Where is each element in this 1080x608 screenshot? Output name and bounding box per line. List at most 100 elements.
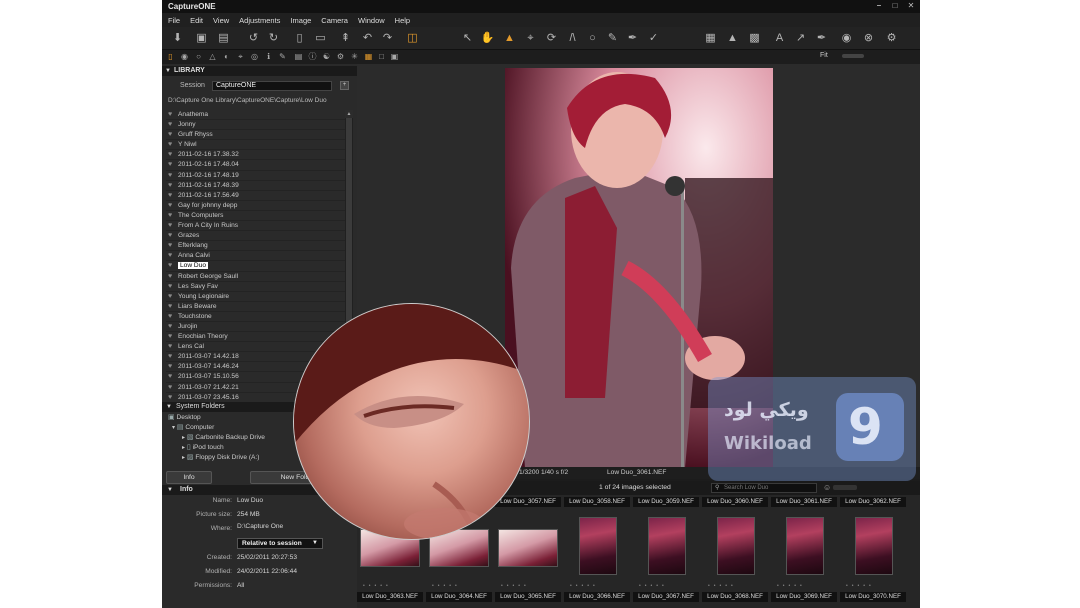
album-item[interactable]: ♥ The Computers: [166, 211, 346, 222]
output-tab-icon[interactable]: ✎: [277, 52, 288, 62]
spot-icon[interactable]: ○: [585, 31, 600, 45]
minimize-icon[interactable]: –: [872, 1, 886, 11]
rating-stars[interactable]: •••••: [639, 583, 693, 589]
rating-stars[interactable]: •••••: [846, 583, 900, 589]
brush-icon[interactable]: ✎: [605, 31, 620, 45]
crop-tab-icon[interactable]: ◎: [249, 52, 260, 62]
album-item[interactable]: ♥ Efterklang: [166, 241, 346, 252]
capture-tab-icon[interactable]: ◉: [179, 52, 190, 62]
thumbnail-image[interactable]: [498, 529, 558, 567]
zoom-slider[interactable]: [842, 54, 864, 58]
album-item[interactable]: ♥ 2011-02-16 17.48.39: [166, 181, 346, 191]
menu-file[interactable]: File: [168, 16, 180, 25]
lens-tab-icon[interactable]: ○: [193, 52, 204, 62]
album-item[interactable]: ♥ Jurojin: [166, 322, 346, 333]
thumbnail-view-icon[interactable]: ▦: [363, 52, 374, 62]
album-item[interactable]: ♥ Y Niwl: [166, 140, 346, 151]
histogram-icon[interactable]: ▩: [747, 31, 762, 45]
thumbnail-cell[interactable]: ••••• Low Duo_3069.NEF: [771, 513, 837, 602]
collapse-icon[interactable]: ▼: [165, 66, 171, 76]
settings-icon[interactable]: ⚙: [884, 31, 899, 45]
warning-icon[interactable]: ▲: [725, 31, 740, 45]
album-item[interactable]: ♥ Jonny: [166, 120, 346, 131]
adjust-tab-icon[interactable]: ☯: [321, 52, 332, 62]
menu-image[interactable]: Image: [290, 16, 311, 25]
batch-icon[interactable]: ⇞: [338, 31, 353, 45]
thumbnail-image[interactable]: [579, 517, 617, 575]
metadata-tab-icon[interactable]: ℹ: [263, 52, 274, 62]
album-item[interactable]: ♥ Low Duo: [166, 261, 346, 272]
session-add-button[interactable]: +: [340, 81, 349, 90]
rating-stars[interactable]: •••••: [777, 583, 831, 589]
batch-tab-icon[interactable]: ▤: [293, 52, 304, 62]
info-button[interactable]: Info: [166, 471, 212, 484]
maximize-icon[interactable]: □: [888, 1, 902, 11]
thumbnail-image[interactable]: [717, 517, 755, 575]
expand-icon[interactable]: ▸: [182, 445, 185, 451]
album-item[interactable]: ♥ Robert George Saull: [166, 272, 346, 282]
menu-view[interactable]: View: [213, 16, 229, 25]
rating-stars[interactable]: •••••: [501, 583, 555, 589]
folder-icon[interactable]: ▯: [292, 31, 307, 45]
rotate-left-icon[interactable]: ↺: [246, 31, 261, 45]
zoom-icon[interactable]: ▲: [502, 31, 517, 45]
export-icon[interactable]: ▤: [216, 31, 231, 45]
thumbnail-image[interactable]: [786, 517, 824, 575]
single-view-icon[interactable]: □: [376, 52, 387, 62]
close-icon[interactable]: ✕: [904, 1, 918, 11]
picker-icon[interactable]: ✓: [646, 31, 661, 45]
keystone-icon[interactable]: /\: [565, 31, 580, 45]
thumbnail-cell[interactable]: ••••• Low Duo_3070.NEF: [840, 513, 906, 602]
album-item[interactable]: ♥ Grazes: [166, 231, 346, 242]
camera-icon[interactable]: ◉: [839, 31, 854, 45]
album-item[interactable]: ♥ From A City In Ruins: [166, 221, 346, 232]
rating-stars[interactable]: •••••: [363, 583, 417, 589]
expand-icon[interactable]: ▸: [182, 455, 185, 461]
eyedropper-icon[interactable]: ✒: [625, 31, 640, 45]
collapse-icon[interactable]: ▼: [167, 485, 173, 495]
album-item[interactable]: ♥ Anathema: [166, 110, 346, 121]
crop-icon[interactable]: ⌖: [523, 31, 538, 45]
album-item[interactable]: ♥ Gay for johnny depp: [166, 201, 346, 211]
trash-icon[interactable]: ▭: [313, 31, 328, 45]
album-item[interactable]: ♥ Enochian Theory: [166, 332, 346, 343]
album-item[interactable]: ♥ Les Savy Fav: [166, 282, 346, 292]
capture-icon[interactable]: ▣: [194, 31, 209, 45]
rotate-icon[interactable]: ⟳: [544, 31, 559, 45]
grid-icon[interactable]: ▦: [703, 31, 718, 45]
album-item[interactable]: ♥ Gruff Rhyss: [166, 130, 346, 141]
compare-view-icon[interactable]: ▣: [389, 52, 400, 62]
arrow-icon[interactable]: ↗: [793, 31, 808, 45]
menu-window[interactable]: Window: [358, 16, 385, 25]
undo-icon[interactable]: ↶: [360, 31, 375, 45]
info-tab-icon[interactable]: ⓘ: [307, 52, 318, 62]
user-icon[interactable]: ☺: [823, 483, 831, 492]
import-icon[interactable]: ⬇: [170, 31, 185, 45]
rating-stars[interactable]: •••••: [432, 583, 486, 589]
thumbnail-cell[interactable]: ••••• Low Duo_3067.NEF: [633, 513, 699, 602]
quick-tab-icon[interactable]: ⚙: [335, 52, 346, 62]
album-item[interactable]: ♥ Young Legionaire: [166, 292, 346, 302]
pan-icon[interactable]: ✋: [480, 31, 495, 45]
thumbnail-cell[interactable]: ••••• Low Duo_3065.NEF: [495, 513, 561, 602]
album-item[interactable]: ♥ 2011-02-16 17.38.32: [166, 150, 346, 161]
text-icon[interactable]: A: [772, 31, 787, 45]
library-tab-icon[interactable]: ▯: [165, 52, 176, 62]
album-item[interactable]: ♥ Touchstone: [166, 312, 346, 322]
details-tab-icon[interactable]: ⌖: [235, 52, 246, 62]
thumbnail-cell[interactable]: ••••• Low Duo_3068.NEF: [702, 513, 768, 602]
album-item[interactable]: ♥ 2011-02-16 17.56.49: [166, 191, 346, 201]
browser-search[interactable]: ⚲ Search Low Duo: [711, 483, 817, 493]
library-header[interactable]: ▼ LIBRARY: [162, 66, 357, 76]
stop-icon[interactable]: ⊗: [861, 31, 876, 45]
grid-view-icon[interactable]: ✳: [349, 52, 360, 62]
thumbnail-image[interactable]: [648, 517, 686, 575]
menu-camera[interactable]: Camera: [321, 16, 348, 25]
menu-adjustments[interactable]: Adjustments: [239, 16, 280, 25]
cursor-icon[interactable]: ↖: [460, 31, 475, 45]
relative-select[interactable]: Relative to session ▼: [237, 538, 323, 549]
thumbnail-size-slider[interactable]: [833, 485, 857, 490]
rotate-right-icon[interactable]: ↻: [266, 31, 281, 45]
layers-icon[interactable]: ◫: [405, 31, 420, 45]
session-select[interactable]: CaptureONE: [212, 81, 332, 91]
